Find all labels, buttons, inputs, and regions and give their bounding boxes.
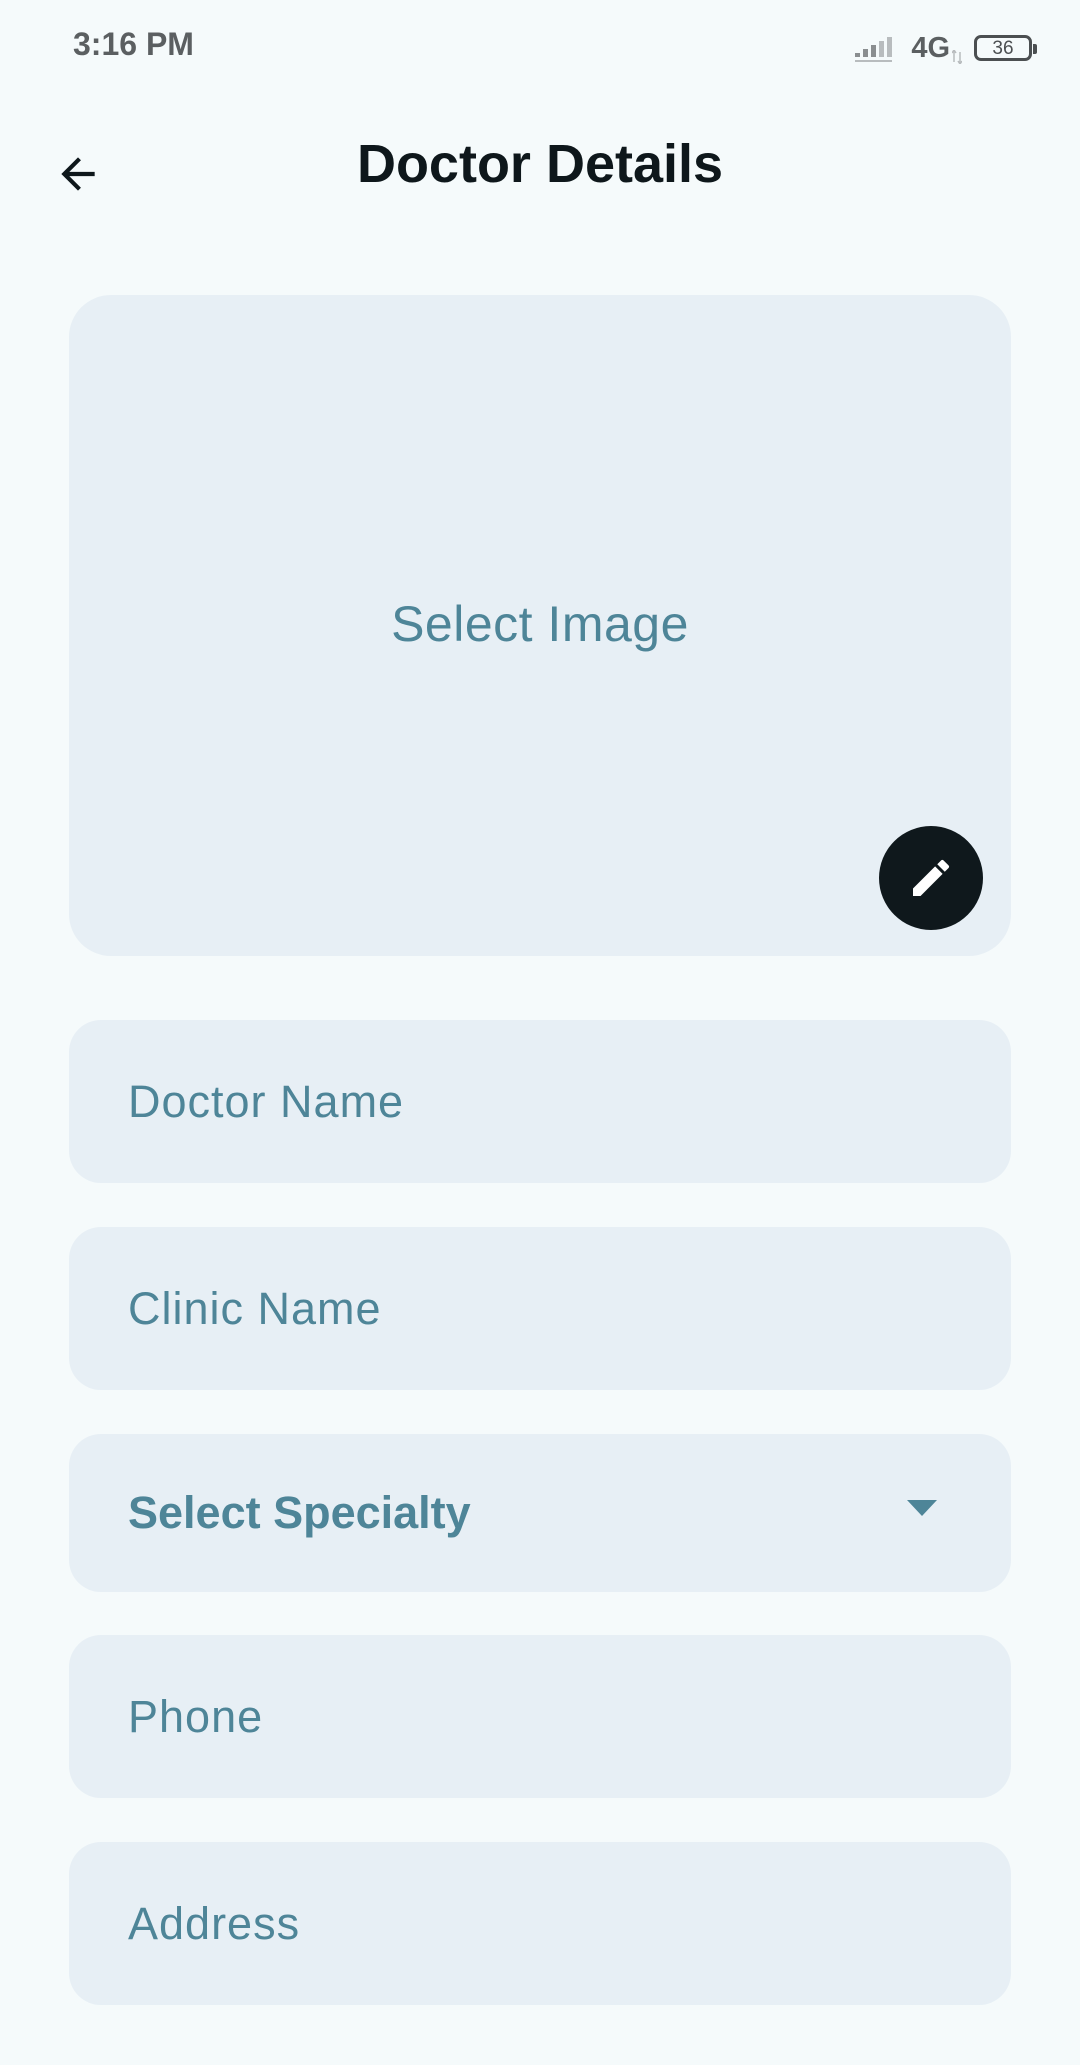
pencil-icon [913, 859, 950, 896]
network-type-label: 4G [911, 31, 950, 64]
clinic-name-placeholder: Clinic Name [128, 1282, 382, 1334]
page-title: Doctor Details [356, 134, 724, 194]
image-picker[interactable]: Select Image [69, 295, 1011, 956]
phone-field[interactable]: Phone [69, 1635, 1011, 1798]
data-arrows-icon [952, 50, 962, 64]
battery-level: 36 [992, 37, 1014, 59]
select-image-label: Select Image [391, 596, 689, 652]
specialty-dropdown[interactable]: Select Specialty [69, 1434, 1011, 1592]
signal-icon [855, 37, 893, 62]
address-field[interactable]: Address [69, 1842, 1011, 2005]
status-icons: 4G 36 [855, 30, 1037, 66]
app-bar: Doctor Details [0, 96, 1080, 236]
battery-icon: 36 [974, 35, 1037, 61]
doctor-name-placeholder: Doctor Name [128, 1075, 405, 1127]
doctor-name-field[interactable]: Doctor Name [69, 1020, 1011, 1183]
clinic-name-field[interactable]: Clinic Name [69, 1227, 1011, 1390]
dropdown-arrow-icon [907, 1500, 937, 1516]
edit-image-button[interactable] [879, 826, 983, 930]
status-bar: 3:16 PM 4G 36 [0, 0, 1080, 96]
phone-placeholder: Phone [128, 1690, 264, 1742]
status-time: 3:16 PM [73, 26, 194, 62]
specialty-selected-value: Select Specialty [128, 1487, 471, 1538]
address-placeholder: Address [128, 1897, 301, 1949]
